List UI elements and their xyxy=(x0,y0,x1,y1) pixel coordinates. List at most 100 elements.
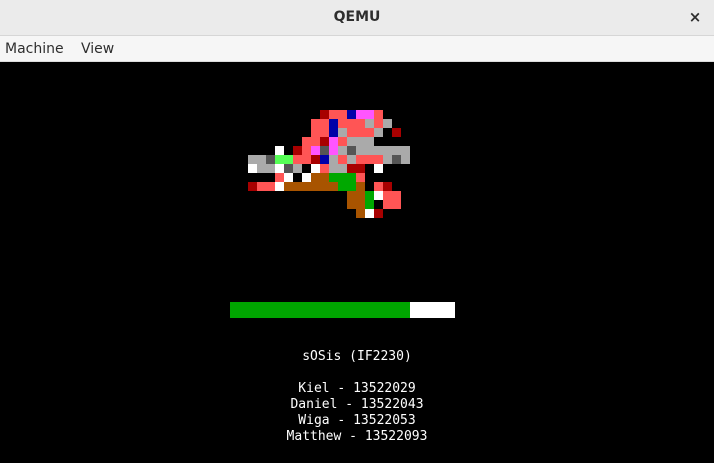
sprite-pixel xyxy=(338,137,347,146)
sprite-pixel xyxy=(329,146,338,155)
sprite-pixel xyxy=(365,137,374,146)
sprite-pixel xyxy=(293,155,302,164)
sprite-pixel xyxy=(275,155,284,164)
sprite-pixel xyxy=(302,146,311,155)
sprite-pixel xyxy=(257,155,266,164)
sprite-pixel xyxy=(356,191,365,200)
sprite-pixel xyxy=(266,182,275,191)
sprite-pixel xyxy=(392,191,401,200)
sprite-pixel xyxy=(347,164,356,173)
sprite-pixel xyxy=(383,119,392,128)
sprite-pixel xyxy=(347,128,356,137)
sprite-pixel xyxy=(329,182,338,191)
sprite-pixel xyxy=(320,182,329,191)
sprite-pixel xyxy=(302,173,311,182)
sprite-pixel xyxy=(311,137,320,146)
sprite-pixel xyxy=(293,146,302,155)
sprite-pixel xyxy=(365,191,374,200)
sprite-pixel xyxy=(347,155,356,164)
sprite-pixel xyxy=(383,146,392,155)
sprite-pixel xyxy=(374,191,383,200)
sprite-pixel xyxy=(311,146,320,155)
sprite-pixel xyxy=(338,110,347,119)
sprite-pixel xyxy=(275,146,284,155)
sprite-pixel xyxy=(356,200,365,209)
sprite-pixel xyxy=(347,146,356,155)
sprite-pixel xyxy=(347,182,356,191)
sprite-pixel xyxy=(329,155,338,164)
sprite-pixel xyxy=(365,119,374,128)
sprite-pixel xyxy=(248,155,257,164)
sprite-pixel xyxy=(320,119,329,128)
sprite-pixel xyxy=(374,182,383,191)
sprite-pixel xyxy=(311,164,320,173)
pixel-art-logo xyxy=(248,110,428,270)
sprite-pixel xyxy=(356,182,365,191)
sprite-pixel xyxy=(284,155,293,164)
sprite-pixel xyxy=(311,173,320,182)
menu-view[interactable]: View xyxy=(81,36,114,62)
sprite-pixel xyxy=(275,164,284,173)
sprite-pixel xyxy=(392,128,401,137)
member-line: Kiel - 13522029 xyxy=(298,381,416,396)
sprite-pixel xyxy=(356,128,365,137)
sprite-pixel xyxy=(347,191,356,200)
sprite-pixel xyxy=(284,173,293,182)
member-line: Wiga - 13522053 xyxy=(298,413,416,428)
sprite-pixel xyxy=(293,182,302,191)
sprite-pixel xyxy=(392,146,401,155)
sprite-pixel xyxy=(248,182,257,191)
title-bar[interactable]: QEMU × xyxy=(0,0,714,36)
sprite-pixel xyxy=(383,200,392,209)
sprite-pixel xyxy=(365,110,374,119)
boot-progress-bar xyxy=(230,302,455,318)
sprite-pixel xyxy=(302,182,311,191)
sprite-pixel xyxy=(392,200,401,209)
sprite-pixel xyxy=(284,164,293,173)
sprite-pixel xyxy=(320,128,329,137)
sprite-pixel xyxy=(338,155,347,164)
sprite-pixel xyxy=(338,173,347,182)
sprite-pixel xyxy=(320,110,329,119)
os-title: sOSis (IF2230) xyxy=(302,349,412,364)
sprite-pixel xyxy=(374,209,383,218)
sprite-pixel xyxy=(302,155,311,164)
sprite-pixel xyxy=(374,119,383,128)
sprite-pixel xyxy=(392,155,401,164)
member-line: Daniel - 13522043 xyxy=(290,397,424,412)
sprite-pixel xyxy=(383,191,392,200)
sprite-pixel xyxy=(338,164,347,173)
sprite-pixel xyxy=(374,128,383,137)
sprite-pixel xyxy=(374,164,383,173)
sprite-pixel xyxy=(347,119,356,128)
sprite-pixel xyxy=(347,137,356,146)
sprite-pixel xyxy=(311,155,320,164)
sprite-pixel xyxy=(356,173,365,182)
sprite-pixel xyxy=(320,164,329,173)
sprite-pixel xyxy=(356,164,365,173)
vm-display[interactable]: sOSis (IF2230) Kiel - 13522029 Daniel - … xyxy=(0,62,714,463)
sprite-pixel xyxy=(347,173,356,182)
sprite-pixel xyxy=(356,209,365,218)
sprite-pixel xyxy=(329,128,338,137)
sprite-pixel xyxy=(365,209,374,218)
window-title: QEMU xyxy=(333,9,381,25)
sprite-pixel xyxy=(293,164,302,173)
sprite-pixel xyxy=(356,155,365,164)
sprite-pixel xyxy=(275,182,284,191)
sprite-pixel xyxy=(248,164,257,173)
sprite-pixel xyxy=(365,128,374,137)
sprite-pixel xyxy=(329,119,338,128)
member-line: Matthew - 13522093 xyxy=(286,429,428,444)
sprite-pixel xyxy=(365,155,374,164)
close-icon[interactable]: × xyxy=(684,6,706,28)
menu-machine[interactable]: Machine xyxy=(5,36,64,62)
sprite-pixel xyxy=(356,110,365,119)
sprite-pixel xyxy=(311,182,320,191)
sprite-pixel xyxy=(401,155,410,164)
sprite-pixel xyxy=(338,128,347,137)
sprite-pixel xyxy=(347,200,356,209)
sprite-pixel xyxy=(365,146,374,155)
sprite-pixel xyxy=(338,119,347,128)
sprite-pixel xyxy=(257,182,266,191)
